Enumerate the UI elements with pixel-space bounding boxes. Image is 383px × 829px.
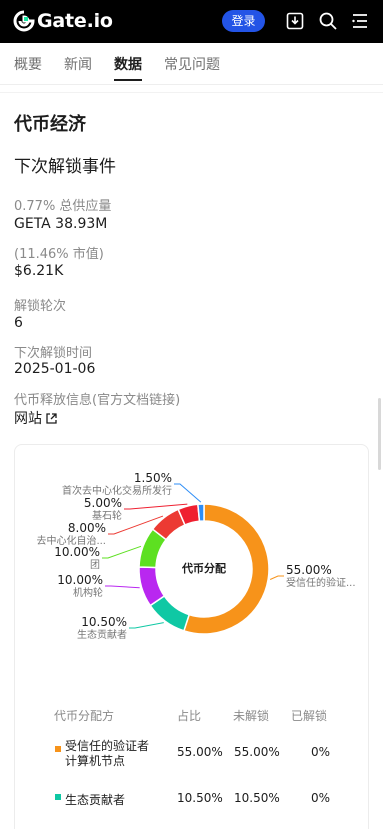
row-share: 10.50% <box>177 791 223 805</box>
supply-percent-label: 0.77% 总供应量 <box>14 199 112 214</box>
row-locked: 55.00% <box>234 745 280 759</box>
slice-value-label-4: 8.00% <box>68 521 106 535</box>
slice-name-label-5: 基石轮 <box>92 509 122 522</box>
next-unlock-title: 下次解锁事件 <box>14 157 116 177</box>
website-link-label: 网站 <box>14 411 42 427</box>
slice-name-label-2: 机构轮 <box>73 586 103 599</box>
slice-name-label-0: 受信任的验证... <box>286 576 356 589</box>
col-header-allocation: 代币分配方 <box>54 709 115 723</box>
slice-name-label-4: 去中心化自治... <box>36 534 106 547</box>
callout-line-1 <box>129 622 164 629</box>
slice-value-label-2: 10.00% <box>57 573 103 587</box>
donut-slice-6[interactable] <box>197 503 205 523</box>
tab-faq[interactable]: 常见问题 <box>164 54 220 74</box>
top-bar: Gate.io 登录 <box>0 0 383 43</box>
tab-bar: 概要 新闻 数据 常见问题 <box>0 43 383 85</box>
slice-value-label-5: 5.00% <box>84 496 122 510</box>
callout-line-5 <box>124 503 188 510</box>
unlock-value: $6.21K <box>14 263 64 279</box>
search-icon[interactable] <box>318 11 338 31</box>
slice-value-label-0: 55.00% <box>286 563 332 577</box>
round-label: 解锁轮次 <box>14 299 67 314</box>
unlock-amount: GETA 38.93M <box>14 216 108 232</box>
col-header-share: 占比 <box>177 709 202 723</box>
callout-line-6 <box>174 483 202 503</box>
unlock-time-value: 2025-01-06 <box>14 361 96 377</box>
tab-data[interactable]: 数据 <box>114 54 142 74</box>
slice-name-label-6: 首次去中心化交易所发行 <box>62 484 172 497</box>
slice-value-label-6: 1.50% <box>134 471 172 485</box>
col-header-locked: 未解锁 <box>233 709 270 723</box>
login-button[interactable]: 登录 <box>222 10 265 32</box>
website-link[interactable]: 网站 <box>14 408 58 428</box>
external-link-icon <box>46 412 57 424</box>
section-title: 代币经济 <box>14 114 86 135</box>
slice-value-label-1: 10.50% <box>81 615 127 629</box>
slice-name-label-3: 团 <box>90 559 100 571</box>
row-unlocked: 0% <box>311 791 331 805</box>
logo-icon <box>13 10 35 32</box>
callout-line-2 <box>105 585 140 589</box>
row-share: 55.00% <box>177 745 223 759</box>
legend-dot-validators <box>55 746 61 752</box>
tab-overview[interactable]: 概要 <box>14 54 42 74</box>
row-unlocked: 0% <box>311 745 331 759</box>
row-name: 生态贡献者 <box>65 793 126 807</box>
legend-dot-ecosystem <box>55 794 61 800</box>
download-icon[interactable] <box>285 11 305 31</box>
chart-center-title: 代币分配 <box>181 561 226 575</box>
col-header-unlocked: 已解锁 <box>291 709 328 723</box>
slice-name-label-1: 生态贡献者 <box>77 628 127 641</box>
brand-name: Gate.io <box>37 10 113 32</box>
tab-news[interactable]: 新闻 <box>64 54 92 74</box>
active-tab-indicator <box>114 79 142 81</box>
scrollbar[interactable] <box>378 398 381 470</box>
callout-line-0 <box>269 575 284 580</box>
release-info-label: 代币释放信息(官方文档链接) <box>14 393 181 408</box>
market-cap-percent-label: (11.46% 市值) <box>14 247 104 262</box>
allocation-donut-chart: 55.00%受信任的验证...10.50%生态贡献者10.00%机构轮10.00… <box>36 471 356 641</box>
row-locked: 10.50% <box>234 791 280 805</box>
row-name-continued: 计算机节点 <box>65 754 126 768</box>
callout-line-3 <box>102 545 142 559</box>
slice-value-label-3: 10.00% <box>54 545 100 559</box>
brand-logo[interactable]: Gate.io <box>13 9 113 33</box>
unlock-time-label: 下次解锁时间 <box>14 346 93 361</box>
divider <box>0 92 383 93</box>
menu-icon[interactable] <box>350 11 370 31</box>
round-value: 6 <box>14 315 23 331</box>
